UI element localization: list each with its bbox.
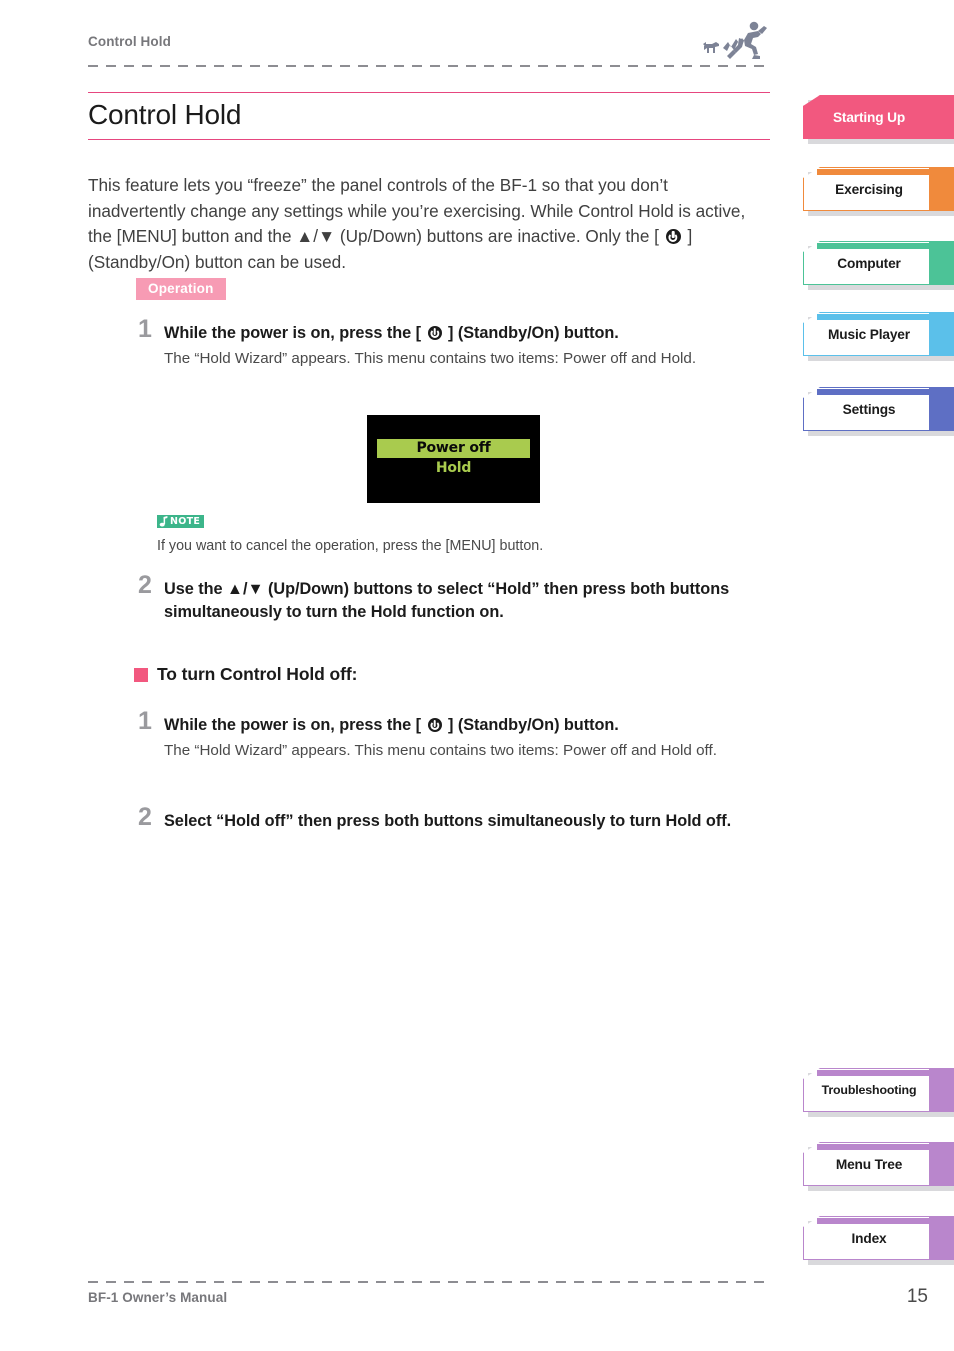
step-body: The “Hold Wizard” appears. This menu con… [164,350,697,367]
lcd-label-power-off: Power off [416,440,491,456]
title-rule-top [88,92,770,94]
title-rule-bottom [88,139,770,141]
sidebar-tab-music-player[interactable]: Music Player [803,312,954,361]
runner-and-dog-icon [698,20,770,62]
page-header: Control Hold [88,21,770,70]
footer-manual-name: BF-1 Owner’s Manual [88,1290,228,1305]
sidebar-tab-index[interactable]: Index [803,1216,954,1265]
sidebar-tab-menu-tree[interactable]: Menu Tree [803,1142,954,1191]
step-heading-a: While the power is on, press the [ [164,716,426,734]
lcd-menu-item-selected: Power off [377,439,530,458]
tab-right-block [929,1068,954,1112]
sidebar-tab-label: Menu Tree [835,1156,903,1172]
sidebar-tab-label: Troubleshooting [821,1083,917,1097]
sidebar-tab-label: Music Player [828,326,910,342]
power-symbol-icon [427,718,442,732]
operation-badge: Operation [136,278,226,300]
step-body: The “Hold Wizard” appears. This menu con… [164,742,717,759]
lcd-screen-image: Power off Hold [367,415,540,503]
page-title: Control Hold [88,99,242,130]
operation-step-1: 1 While the power is on, press the [ ] (… [138,317,778,371]
lcd-menu-item: Hold [377,459,530,478]
step-number: 1 [138,707,152,735]
sidebar-tab-computer[interactable]: Computer [803,241,954,290]
music-note-icon [159,516,168,527]
sidebar-tab-label: Exercising [835,181,903,197]
tab-right-block [929,1142,954,1186]
sidebar-tab-label: Starting Up [832,109,906,125]
step-heading: Use the ▲/▼ (Up/Down) buttons to select … [164,580,730,621]
step-number: 1 [138,315,152,343]
sidebar-tab-exercising[interactable]: Exercising [803,167,954,216]
tab-right-block [929,95,954,139]
subsection-title: To turn Control Hold off: [157,664,358,684]
step-heading: While the power is on, press the [ ] (St… [164,322,778,345]
step-number: 2 [138,571,152,599]
intro-text-a: This feature lets you “freeze” the panel… [88,175,746,247]
footer-dashed-rule [88,1281,770,1283]
sidebar-tab-label: Settings [842,401,896,417]
step-heading-b: ] (Standby/On) button. [443,324,619,342]
sidebar-tab-label: Computer [837,255,901,271]
step-heading-a: While the power is on, press the [ [164,324,426,342]
tab-right-block [929,1216,954,1260]
sidebar-tab-settings[interactable]: Settings [803,387,954,436]
hold-off-step-2: 2 Select “Hold off” then press both butt… [138,805,778,833]
step-heading: Select “Hold off” then press both button… [164,812,732,830]
tab-right-block [929,241,954,285]
tab-right-block [929,387,954,431]
sidebar-tab-troubleshooting[interactable]: Troubleshooting [803,1068,954,1117]
tab-right-block [929,167,954,211]
lcd-label-hold: Hold [435,460,472,476]
note-block: NOTE If you want to cancel the operation… [157,514,757,556]
operation-step-2: 2 Use the ▲/▼ (Up/Down) buttons to selec… [138,573,778,624]
step-heading: While the power is on, press the [ ] (St… [164,714,798,737]
note-badge: NOTE [157,515,205,528]
sidebar-navigation: Starting Up Exercising Computer Music Pl… [803,0,954,1351]
square-marker-icon [134,667,148,682]
step-heading-b: ] (Standby/On) button. [443,716,619,734]
step-number: 2 [138,803,152,831]
footer-page-number: 15 [906,1286,928,1307]
tab-right-block [929,312,954,356]
hold-off-step-1: 1 While the power is on, press the [ ] (… [138,709,798,763]
header-title: Control Hold [88,34,171,49]
header-dashed-rule [88,65,770,67]
sidebar-tab-starting-up[interactable]: Starting Up [803,95,954,144]
sidebar-tab-label: Index [851,1230,887,1246]
power-symbol-icon [665,229,681,245]
note-badge-label: NOTE [170,516,201,527]
note-text: If you want to cancel the operation, pre… [157,538,544,554]
power-symbol-icon [427,326,442,340]
subsection-heading: To turn Control Hold off: [134,664,357,685]
intro-paragraph: This feature lets you “freeze” the panel… [88,173,766,275]
